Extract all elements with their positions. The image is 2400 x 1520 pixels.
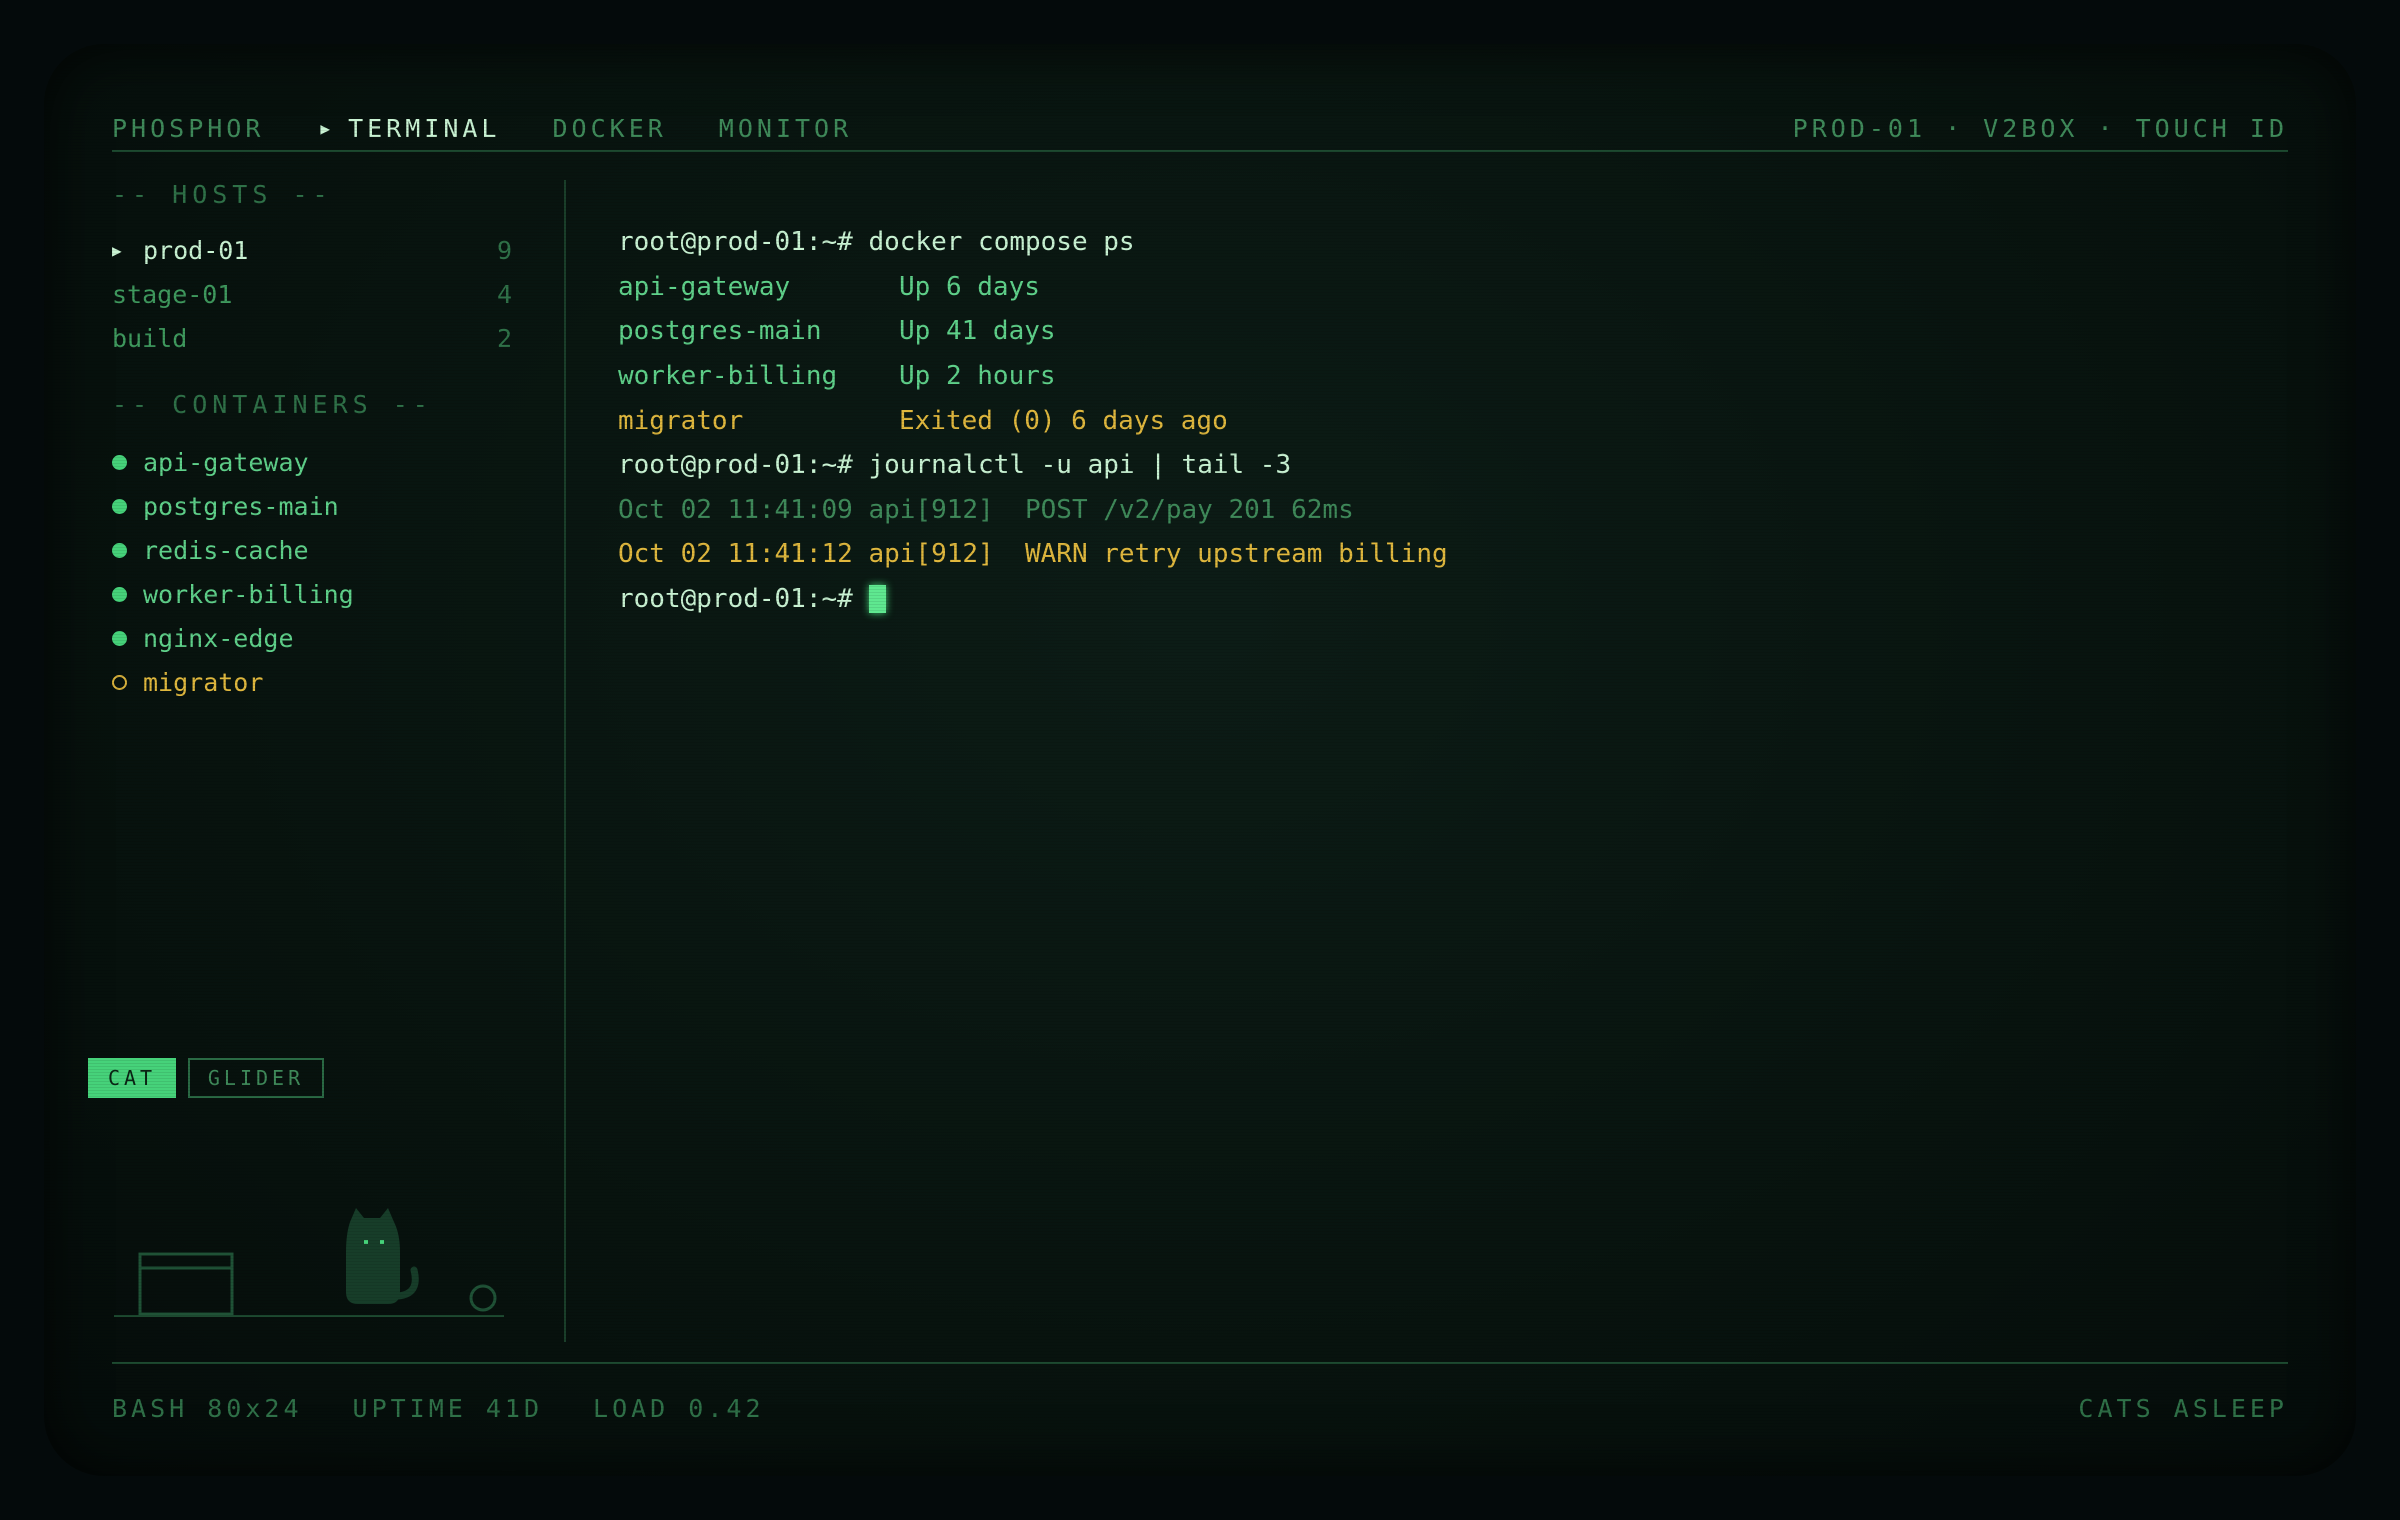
status-dot-icon — [112, 542, 127, 558]
caret-right-icon: ▶ — [112, 240, 122, 260]
terminal-line: root@prod-01:~# journalctl -u api | tail… — [618, 450, 1292, 481]
hosts-heading: -- HOSTS -- — [112, 180, 333, 209]
host-count: 4 — [496, 279, 512, 309]
host-item-build[interactable]: build 2 — [112, 318, 512, 358]
terminal-line: Oct 02 11:41:12 api[912] WARN retry upst… — [618, 539, 1448, 570]
top-bar: PHOSPHOR ▶ TERMINAL DOCKER MONITOR PROD-0… — [112, 104, 2288, 152]
host-name: build — [112, 323, 188, 353]
status-dot-icon — [112, 674, 127, 690]
tab-monitor[interactable]: MONITOR — [719, 114, 852, 143]
cursor-block-icon — [868, 585, 886, 614]
host-name: stage-01 — [112, 279, 233, 309]
host-count: 2 — [496, 323, 512, 353]
brand-logo: PHOSPHOR — [112, 113, 265, 143]
host-item-stage-01[interactable]: stage-01 4 — [112, 274, 512, 314]
cat-status: CATS ASLEEP — [2078, 1393, 2288, 1423]
container-name: postgres-main — [143, 491, 339, 521]
shell-info: BASH 80x24 — [112, 1393, 303, 1423]
host-info: PROD-01 · V2BOX · TOUCH ID — [1792, 113, 2288, 143]
ball-icon — [469, 1284, 497, 1312]
terminal-line: root@prod-01:~# docker compose ps — [618, 227, 1135, 258]
container-name: redis-cache — [143, 535, 309, 565]
terminal-line: migrator Exited (0) 6 days ago — [618, 405, 1228, 436]
container-name: migrator — [143, 667, 264, 697]
sidebar-divider — [564, 180, 566, 1342]
terminal-output[interactable]: root@prod-01:~# docker compose ps api-ga… — [618, 220, 2278, 621]
container-name: nginx-edge — [143, 623, 294, 653]
container-item-redis-cache[interactable]: redis-cache — [112, 530, 512, 570]
container-name: api-gateway — [143, 447, 309, 477]
status-dot-icon — [112, 630, 127, 646]
status-dot-icon — [112, 454, 127, 470]
cat-toggle-button[interactable]: CAT — [88, 1058, 176, 1098]
terminal-line: postgres-main Up 41 days — [618, 316, 1056, 347]
terminal-line: api-gateway Up 6 days — [618, 271, 1040, 302]
glider-toggle-button[interactable]: GLIDER — [188, 1058, 324, 1098]
host-item-prod-01[interactable]: ▶ prod-01 9 — [112, 230, 512, 270]
status-bar: BASH 80x24 UPTIME 41D LOAD 0.42 CATS ASL… — [112, 1384, 2288, 1432]
container-item-worker-billing[interactable]: worker-billing — [112, 574, 512, 614]
tab-terminal[interactable]: ▶ TERMINAL — [320, 114, 500, 143]
terminal-window: PHOSPHOR ▶ TERMINAL DOCKER MONITOR PROD-0… — [44, 44, 2356, 1476]
container-item-postgres-main[interactable]: postgres-main — [112, 486, 512, 526]
container-item-api-gateway[interactable]: api-gateway — [112, 442, 512, 482]
tab-docker[interactable]: DOCKER — [552, 114, 666, 143]
cat-scene — [114, 1208, 504, 1317]
container-name: worker-billing — [143, 579, 354, 609]
cat-icon — [346, 1208, 419, 1304]
container-item-migrator[interactable]: migrator — [112, 662, 512, 702]
container-item-nginx-edge[interactable]: nginx-edge — [112, 618, 512, 658]
uptime-info: UPTIME 41D — [352, 1393, 544, 1423]
status-dot-icon — [112, 498, 127, 514]
terminal-line: Oct 02 11:41:09 api[912] POST /v2/pay 20… — [618, 494, 1354, 525]
bottom-divider — [112, 1362, 2288, 1364]
host-count: 9 — [496, 235, 512, 265]
terminal-line: root@prod-01:~# — [618, 577, 2278, 622]
top-divider — [112, 150, 2288, 152]
containers-heading: -- CONTAINERS -- — [112, 390, 433, 419]
caret-right-icon: ▶ — [320, 118, 335, 138]
terminal-line: worker-billing Up 2 hours — [618, 361, 1056, 392]
box-icon — [138, 1252, 234, 1316]
status-dot-icon — [112, 586, 127, 602]
host-name: prod-01 — [143, 235, 249, 265]
load-info: LOAD 0.42 — [593, 1393, 765, 1423]
